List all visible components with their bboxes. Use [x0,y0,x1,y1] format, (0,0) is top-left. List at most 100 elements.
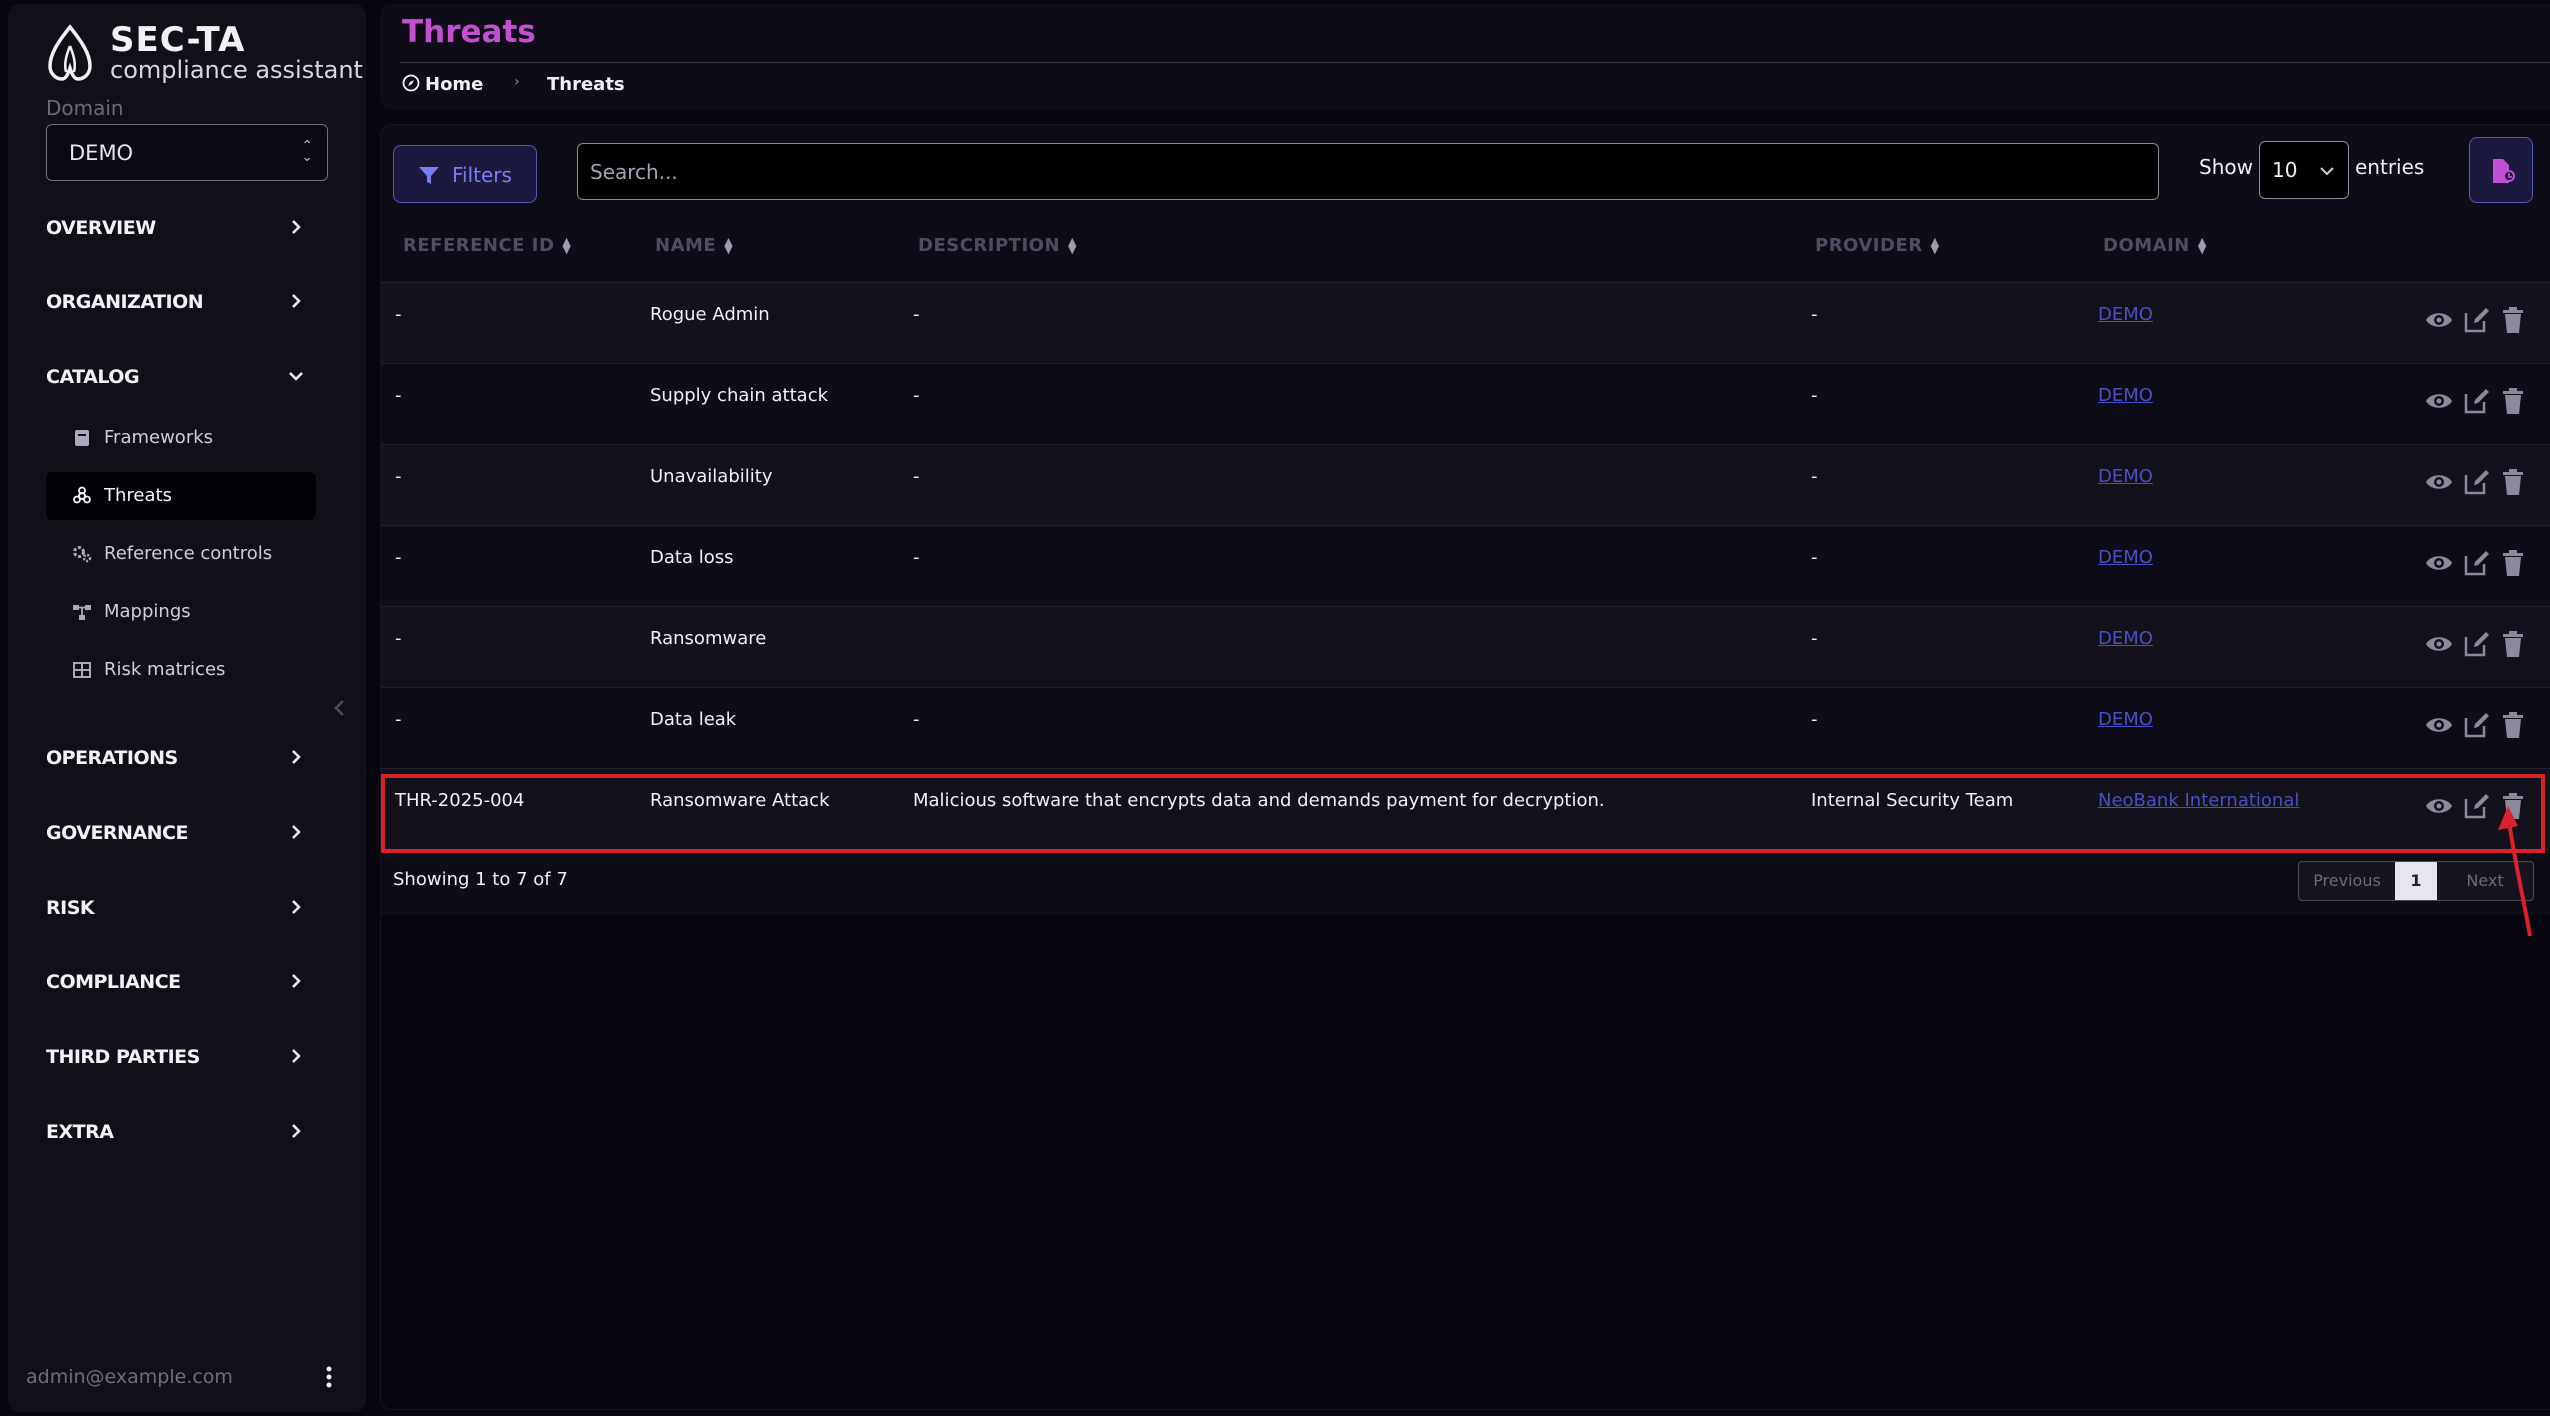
domain-select[interactable]: DEMO ⌃ ⌄ [46,124,328,181]
sidebar-item-risk-matrices[interactable]: Risk matrices [46,646,316,694]
sort-icon: ▲ ▼ [562,235,572,256]
column-header-provider[interactable]: PROVIDER ▲ ▼ [1815,235,1940,256]
table-row[interactable]: - Ransomware - DEMO [381,607,2550,688]
nav-catalog[interactable]: CATALOG [46,357,326,397]
gears-icon [73,546,92,563]
cell-domain-link[interactable]: DEMO [2098,709,2153,730]
eye-icon[interactable] [2424,548,2454,578]
trash-icon[interactable] [2498,710,2528,740]
row-actions [2424,305,2534,339]
pagination-previous[interactable]: Previous [2299,862,2395,900]
table-row[interactable]: - Data leak - - DEMO [381,688,2550,769]
nav-extra[interactable]: EXTRA [46,1112,326,1152]
row-highlight-annotation [381,774,2545,853]
cell-domain-link[interactable]: DEMO [2098,628,2153,649]
row-actions [2424,386,2534,420]
column-header-label: NAME [655,235,717,256]
column-header-description[interactable]: DESCRIPTION ▲ ▼ [918,235,1077,256]
table-row[interactable]: - Supply chain attack - - DEMO [381,364,2550,445]
entries-per-page-select[interactable]: 10 [2259,141,2349,199]
column-header-name[interactable]: NAME ▲ ▼ [655,235,733,256]
sidebar-item-mappings[interactable]: Mappings [46,588,316,636]
eye-icon[interactable] [2424,710,2454,740]
biohazard-icon [73,486,91,504]
table-row[interactable]: - Unavailability - - DEMO [381,445,2550,526]
breadcrumb-home[interactable]: Home [425,74,483,95]
column-header-domain[interactable]: DOMAIN ▲ ▼ [2103,235,2207,256]
row-actions [2424,467,2534,501]
eye-icon[interactable] [2424,629,2454,659]
sidebar-item-label: Reference controls [104,543,273,564]
trash-icon[interactable] [2498,305,2528,335]
nav-operations[interactable]: OPERATIONS [46,738,326,778]
eye-icon[interactable] [2424,467,2454,497]
column-header-reference-id[interactable]: REFERENCE ID ▲ ▼ [403,235,571,256]
search-input[interactable] [577,143,2159,200]
cell-provider: - [1811,547,1818,568]
column-header-label: DOMAIN [2103,235,2190,256]
sidebar-item-reference-controls[interactable]: Reference controls [46,530,316,578]
breadcrumb: Home › Threats [402,70,1002,100]
brand[interactable]: SEC-TA compliance assistant [40,20,363,86]
nav-governance[interactable]: GOVERNANCE [46,813,326,853]
trash-icon[interactable] [2498,548,2528,578]
nav-overview-label: OVERVIEW [46,217,156,239]
edit-icon[interactable] [2462,305,2492,335]
table-row[interactable]: - Rogue Admin - - DEMO [381,283,2550,364]
chevron-right-icon [292,1124,301,1138]
logo-icon [48,24,92,81]
cell-domain-link[interactable]: DEMO [2098,547,2153,568]
edit-icon[interactable] [2462,548,2492,578]
cell-description: - [913,709,920,730]
breadcrumb-current: Threats [547,74,625,95]
trash-icon[interactable] [2498,467,2528,497]
header-divider [400,62,2550,63]
cell-domain-link[interactable]: DEMO [2098,385,2153,406]
eye-icon[interactable] [2424,305,2454,335]
edit-icon[interactable] [2462,629,2492,659]
table-row[interactable]: - Data loss - - DEMO [381,526,2550,607]
cell-provider: - [1811,385,1818,406]
nav-catalog-label: CATALOG [46,366,140,388]
edit-icon[interactable] [2462,386,2492,416]
sort-icon: ▲ ▼ [1930,235,1940,256]
trash-icon[interactable] [2498,629,2528,659]
eye-icon[interactable] [2424,386,2454,416]
cell-domain-link[interactable]: DEMO [2098,466,2153,487]
chevron-right-icon [292,974,301,988]
nav-third-parties-label: THIRD PARTIES [46,1046,200,1068]
edit-icon[interactable] [2462,467,2492,497]
nav-organization-label: ORGANIZATION [46,291,204,313]
edit-icon[interactable] [2462,710,2492,740]
row-actions [2424,710,2534,744]
chevron-right-icon [292,1049,301,1063]
sidebar-item-label: Threats [104,485,172,506]
kebab-menu-icon[interactable] [316,1362,342,1392]
cell-provider: - [1811,304,1818,325]
cell-provider: - [1811,466,1818,487]
user-email: admin@example.com [26,1366,233,1388]
pagination-page[interactable]: 1 [2395,862,2437,900]
select-arrows-icon: ⌃ ⌄ [301,138,313,165]
sidebar-item-threats[interactable]: Threats [46,472,316,520]
sort-icon: ▲ ▼ [2197,235,2207,256]
trash-icon[interactable] [2498,386,2528,416]
cell-description: - [913,466,920,487]
export-button[interactable] [2469,137,2533,203]
nav-overview[interactable]: OVERVIEW [46,208,326,248]
cell-domain-link[interactable]: DEMO [2098,304,2153,325]
book-icon [75,430,89,446]
nav-risk[interactable]: RISK [46,888,326,928]
sidebar-item-frameworks[interactable]: Frameworks [46,414,316,462]
column-header-label: PROVIDER [1815,235,1923,256]
filters-button[interactable]: Filters [393,145,537,203]
page-header: Threats Home › Threats [380,4,2550,110]
nav-compliance-label: COMPLIANCE [46,971,181,993]
nav-compliance[interactable]: COMPLIANCE [46,962,326,1002]
row-actions [2424,548,2534,582]
collapse-sidebar-icon[interactable] [330,696,350,720]
nav-organization[interactable]: ORGANIZATION [46,282,326,322]
nav-third-parties[interactable]: THIRD PARTIES [46,1037,326,1077]
chevron-down-icon [289,372,303,381]
chevron-right-icon [292,750,301,764]
